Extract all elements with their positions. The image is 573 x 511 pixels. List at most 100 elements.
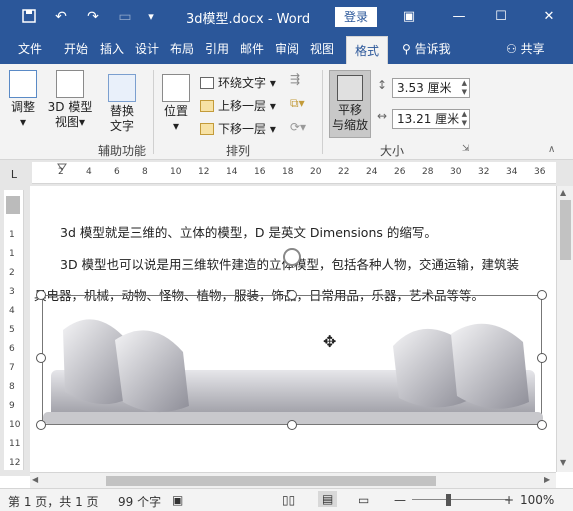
document-title: 3d模型.docx - Word [186,12,311,27]
3d-view-icon [56,70,84,98]
lightbulb-icon: ⚲ [402,42,415,56]
undo-icon[interactable]: ↶ [52,8,70,26]
tab-stop-selector[interactable]: L [4,166,24,184]
tab-references[interactable]: 引用 [205,34,229,64]
align-icon: ⇶ [290,72,301,86]
model3d-label-2: 视图 [54,115,79,129]
tab-home[interactable]: 开始 [64,34,88,64]
layout-icon[interactable]: ▭ [116,8,134,26]
3d-model-frame[interactable] [42,295,543,426]
spin-arrows-icon[interactable]: ▲ ▼ [462,110,467,128]
resize-handle[interactable] [537,290,547,300]
tab-insert[interactable]: 插入 [100,34,124,64]
position-button[interactable]: 位置 ▾ [160,74,192,134]
dropdown-icon: ▾ [269,122,276,136]
ruler-tick-label: 14 [226,167,238,177]
zoom-slider[interactable] [412,499,508,500]
pan-zoom-button[interactable]: 平移 与缩放 [329,70,371,138]
3d-sofa-model[interactable] [43,296,543,426]
paragraph-1: 3d 模型就是三维的、立体的模型，D 是英文 Dimensions 的缩写。 [60,225,437,240]
group-objects-button[interactable]: ⧉▾ [290,96,305,111]
zoom-in-icon[interactable]: + [504,493,514,507]
send-backward-button[interactable]: 下移一层 ▾ [200,120,276,137]
scroll-up-icon[interactable]: ▲ [560,188,566,197]
ruler-tick-label: 22 [338,167,350,177]
aux-group-label: 辅助功能 [98,144,147,158]
replace-text-button[interactable]: 替换 文字 [104,74,140,134]
vruler-tick-label: 3 [9,287,15,297]
tell-me-search[interactable]: ⚲ 告诉我 [402,34,451,64]
tab-format[interactable]: 格式 [346,36,389,64]
align-button[interactable]: ⇶ [290,72,300,86]
vertical-ruler[interactable]: 1 1 2 3 4 5 6 7 8 9 10 11 12 [4,190,24,470]
bring-forward-button[interactable]: 上移一层 ▾ [200,97,276,114]
scroll-down-icon[interactable]: ▼ [560,458,566,467]
resize-handle[interactable] [36,420,46,430]
spin-arrows-icon[interactable]: ▲ ▼ [462,79,467,97]
tell-me-label: 告诉我 [414,42,451,56]
resize-handle[interactable] [36,290,46,300]
ruler-tick-label: 16 [254,167,266,177]
adjust-icon [9,70,37,98]
page-count[interactable]: 第 1 页，共 1 页 [8,493,99,510]
height-input[interactable]: 3.53 厘米 ▲ ▼ [392,78,470,98]
web-layout-icon[interactable]: ▭ [358,493,369,507]
save-icon[interactable] [20,8,38,26]
customize-qat-icon[interactable]: ▾ [142,8,160,26]
zoom-level[interactable]: 100% [520,493,554,507]
ruler-tick-label: 28 [422,167,434,177]
redo-icon[interactable]: ↷ [84,8,102,26]
horizontal-ruler[interactable]: 2 4 6 8 10 12 14 16 18 20 22 24 26 28 30 32 34 36 [32,162,556,184]
vruler-tick-label: 1 [9,230,15,240]
tab-view[interactable]: 视图 [310,34,334,64]
size-dialog-launcher-icon[interactable]: ⇲ [462,144,470,154]
resize-handle[interactable] [287,420,297,430]
arrange-group-label: 排列 [226,144,251,158]
resize-handle[interactable] [287,290,297,300]
wrap-text-button[interactable]: 环绕文字 ▾ [200,74,276,91]
dropdown-icon: ▾ [78,115,86,129]
scroll-thumb[interactable] [560,200,571,260]
ribbon-display-icon[interactable]: ▣ [398,6,420,28]
resize-handle[interactable] [537,420,547,430]
collapse-ribbon-icon[interactable]: ∧ [548,144,555,155]
tab-review[interactable]: 审阅 [275,34,299,64]
zoom-out-icon[interactable]: — [394,493,406,507]
model3d-views-button[interactable]: 3D 模型 视图▾ [46,70,94,130]
scroll-thumb[interactable] [106,476,436,486]
3d-rotate-handle-icon[interactable] [283,248,301,266]
resize-handle[interactable] [537,353,547,363]
dropdown-icon: ▾ [19,115,27,129]
horizontal-scrollbar[interactable]: ◀ ▶ [30,472,556,488]
tab-file[interactable]: 文件 [18,34,42,64]
tab-mailings[interactable]: 邮件 [240,34,264,64]
resize-handle[interactable] [36,353,46,363]
proofing-icon[interactable]: ▣ [172,493,183,507]
scroll-right-icon[interactable]: ▶ [544,475,550,484]
tab-layout[interactable]: 布局 [170,34,194,64]
vruler-tick-label: 9 [9,401,15,411]
rotate-button[interactable]: ⟳▾ [290,120,306,134]
vertical-scrollbar[interactable]: ▲ ▼ [556,186,573,472]
print-layout-icon[interactable]: ▤ [318,491,338,507]
share-button[interactable]: ⚇ 共享 [506,34,545,64]
bring-forward-icon [200,100,214,112]
read-mode-icon[interactable]: ▯▯ [282,493,295,507]
tab-design[interactable]: 设计 [135,34,159,64]
minimize-icon[interactable]: — [448,6,470,28]
pan-zoom-label-2: 与缩放 [331,118,368,132]
close-icon[interactable]: ✕ [538,6,560,28]
vruler-tick-label: 8 [9,382,15,392]
document-canvas[interactable]: 3d 模型就是三维的、立体的模型，D 是英文 Dimensions 的缩写。 3… [30,186,556,472]
ruler-margin-marker [6,196,20,214]
scroll-left-icon[interactable]: ◀ [32,475,38,484]
zoom-slider-thumb[interactable] [446,494,451,506]
model3d-label-1: 3D 模型 [47,100,93,114]
login-button[interactable]: 登录 [335,7,377,27]
maximize-icon[interactable]: ☐ [490,6,512,28]
word-count[interactable]: 99 个字 [118,493,161,510]
send-backward-icon [200,123,214,135]
vruler-tick-label: 2 [9,268,15,278]
width-input[interactable]: 13.21 厘米 ▲ ▼ [392,109,470,129]
adjust-button[interactable]: 调整 ▾ [6,70,40,130]
